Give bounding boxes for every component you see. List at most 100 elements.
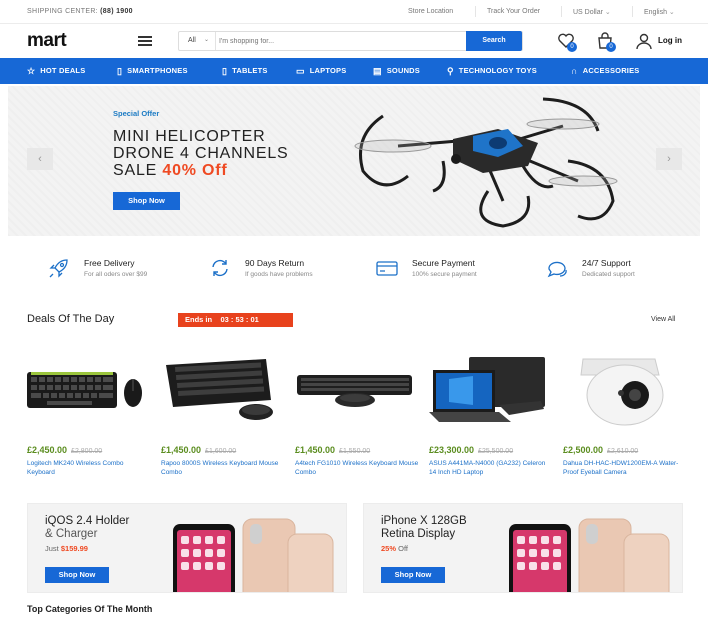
hero-subtitle: Special Offer [113,109,160,118]
divider [561,6,562,17]
rocket-icon [49,259,68,278]
promo-shop-now-button[interactable]: Shop Now [45,567,109,583]
promo-subtitle: 25% Off [381,544,408,553]
wishlist-count-badge: 0 [567,42,577,52]
search-button[interactable]: Search [466,31,522,51]
shipping-label: SHIPPING CENTER: [27,8,98,15]
product-price: £1,450.00 £1,600.00 [161,445,237,455]
product-card[interactable]: £1,450.00 £1,550.00 A4tech FG1010 Wireles… [295,345,420,480]
toy-icon: ⚲ [447,66,454,76]
hero-title-line1: MINI HELICOPTER [113,128,266,145]
chat-icon [547,261,567,278]
promo-title-line2: & Charger [45,528,98,540]
currency-value: US Dollar [573,9,603,16]
cart-button[interactable]: 0 [595,31,616,52]
search-category-value: All [188,37,196,44]
deals-title: Deals Of The Day [27,313,115,325]
search-input[interactable] [219,33,464,49]
product-image [27,372,142,408]
product-card[interactable]: £2,450.00 £2,800.00 Logitech MK240 Wirele… [27,345,149,480]
divider [632,6,633,17]
tablet-icon: ▯ [222,66,228,76]
deal-countdown: Ends in 03 : 53 : 01 [178,313,293,327]
chevron-down-icon: ⌄ [604,9,611,16]
wishlist-button[interactable]: 0 [556,31,577,52]
promo-subtitle: Just $159.99 [45,544,88,553]
top-bar: SHIPPING CENTER: (88) 1900 Store Locatio… [0,0,708,24]
product-image [429,357,545,422]
countdown-timer: 03 : 53 : 01 [220,315,259,324]
promo-shop-now-button[interactable]: Shop Now [381,567,445,583]
chevron-down-icon: ⌄ [204,37,210,43]
logo[interactable]: mart [27,30,67,52]
nav-item-laptops[interactable]: ▭ LAPTOPS [296,58,346,84]
currency-select[interactable]: US Dollar ⌄ [573,8,611,16]
product-card[interactable]: £23,300.00 £25,500.00 ASUS A441MA-N4000 (… [429,345,551,480]
product-price: £1,450.00 £1,550.00 [295,445,371,455]
language-select[interactable]: English ⌄ [644,8,675,16]
credit-card-icon [376,261,398,276]
product-old-price: £25,500.00 [478,448,514,455]
product-price: £23,300.00 £25,500.00 [429,445,514,455]
product-image [297,375,412,407]
language-value: English [644,9,667,16]
phone-icon: ▯ [117,66,123,76]
promo-title-line1: iPhone X 128GB [381,515,467,527]
view-all-link[interactable]: View All [651,316,675,323]
product-name[interactable]: ASUS A441MA-N4000 (GA232) Celeron 14 Inc… [429,459,554,477]
product-name[interactable]: A4tech FG1010 Wireless Keyboard Mouse Co… [295,459,420,477]
product-price: £2,500.00 £2,610.00 [563,445,639,455]
nav-item-technology-toys[interactable]: ⚲ TECHNOLOGY TOYS [447,58,537,84]
header: mart All ⌄ Search 0 0 Log in [0,24,708,58]
product-old-price: £2,800.00 [71,448,103,455]
cart-count-badge: 0 [606,42,616,52]
product-old-price: £1,550.00 [339,448,371,455]
hero-banner: ‹ › Special Offer MINI HELICOPTER DRONE … [8,86,700,236]
product-name[interactable]: Rapoo 8000S Wireless Keyboard Mouse Comb… [161,459,286,477]
hero-shop-now-button[interactable]: Shop Now [113,192,180,210]
features-strip: Free Delivery For all oders over $99 90 … [0,252,708,288]
nav-item-smartphones[interactable]: ▯ SMARTPHONES [117,58,188,84]
product-card[interactable]: £2,500.00 £2,610.00 Dahua DH-HAC-HDW1200E… [563,345,685,480]
user-icon[interactable] [634,31,654,51]
laptop-icon: ▭ [296,66,305,76]
headphones-icon: ∩ [571,66,578,76]
track-order-link[interactable]: Track Your Order [487,8,540,15]
product-name[interactable]: Dahua DH-HAC-HDW1200EM-A Water-Proof Eye… [563,459,688,477]
slider-prev-button[interactable]: ‹ [27,148,53,170]
search-category-select[interactable]: All ⌄ [179,32,216,50]
product-image [166,359,273,420]
menu-icon[interactable] [138,36,152,46]
promo-banner[interactable]: iQOS 2.4 Holder & Charger Just $159.99 S… [27,503,347,593]
speaker-icon: ▤ [373,66,382,76]
refresh-icon [212,259,228,277]
product-price: £2,450.00 £2,800.00 [27,445,103,455]
product-card[interactable]: £1,450.00 £1,600.00 Rapoo 8000S Wireless … [161,345,283,480]
divider [475,6,476,17]
category-nav: ☆ HOT DEALS ▯ SMARTPHONES ▯ TABLETS ▭ LAPTOP… [0,58,708,84]
drone-image [354,97,618,228]
product-name[interactable]: Logitech MK240 Wireless Combo Keyboard [27,459,152,477]
nav-item-tablets[interactable]: ▯ TABLETS [222,58,268,84]
slider-next-button[interactable]: › [656,148,682,170]
product-image [580,358,664,426]
phones-image [509,518,670,592]
product-old-price: £1,600.00 [205,448,237,455]
phones-image [173,518,334,592]
top-categories-title: Top Categories Of The Month [27,604,153,614]
search-bar: All ⌄ Search [178,31,523,51]
chevron-down-icon: ⌄ [668,9,675,16]
promo-title-line1: iQOS 2.4 Holder [45,515,130,527]
hero-discount: 40% Off [162,162,228,179]
nav-item-sounds[interactable]: ▤ SOUNDS [373,58,420,84]
product-old-price: £2,610.00 [607,448,639,455]
hero-title-line2: DRONE 4 CHANNELS [113,145,289,162]
shipping-phone: (88) 1900 [100,8,133,15]
login-link[interactable]: Log in [658,36,682,45]
nav-item-accessories[interactable]: ∩ ACCESSORIES [571,58,640,84]
shipping-center: SHIPPING CENTER: (88) 1900 [27,8,133,15]
nav-item-hot-deals[interactable]: ☆ HOT DEALS [27,58,85,84]
store-location-link[interactable]: Store Location [408,8,453,15]
promo-title-line2: Retina Display [381,528,456,540]
promo-banner[interactable]: iPhone X 128GB Retina Display 25% Off Sh… [363,503,683,593]
